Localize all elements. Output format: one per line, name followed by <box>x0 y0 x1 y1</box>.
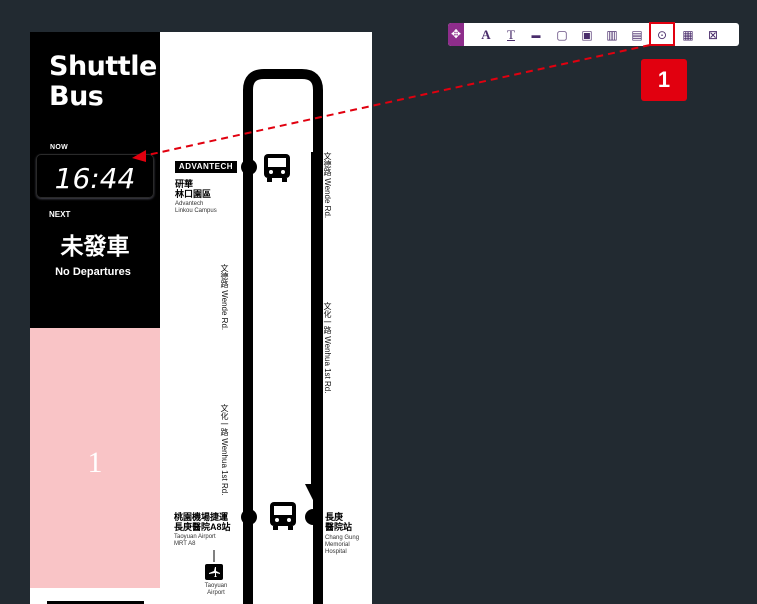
station-advantech-zh: 研華 林口園區 <box>175 179 212 199</box>
station-cgmh-en: Chang Gung Memorial Hospital <box>325 535 360 555</box>
road-label-wenhua-right: 文化一路 Wenhua 1st Rd. <box>323 302 332 394</box>
road-label-wenhua-left: 文化一路 Wenhua 1st Rd. <box>220 404 229 496</box>
frame-tool-icon[interactable]: ⊠ <box>702 23 724 46</box>
road-label-wende-left: 文德路 Wende Rd. <box>220 264 229 331</box>
station-mrt-zh: 桃園機場捷運 長庚醫院A8站 <box>174 512 231 532</box>
video-tool-icon[interactable]: ▦ <box>677 23 699 46</box>
station-dot-advantech <box>241 159 257 175</box>
station-mrt-en: Taoyuan Airport MRT A8 <box>174 534 216 547</box>
station-advantech-en: Advantech Linkou Campus <box>175 201 217 214</box>
widget-toolbar: ✥ A T ▬ ▢ ▣ ▥ ▤ ⊙ ▦ ⊠ <box>448 23 739 46</box>
airplane-icon <box>205 564 223 580</box>
move-handle-icon[interactable]: ✥ <box>448 23 464 46</box>
bus-icon <box>264 154 290 182</box>
road-label-wende-right: 文德路 Wende Rd. <box>323 152 332 219</box>
text-style-tool-icon[interactable]: T <box>500 23 522 46</box>
image-tool-icon[interactable]: ▣ <box>576 23 598 46</box>
station-dot-cgmh <box>305 509 321 525</box>
advantech-logo: ADVANTECH <box>175 161 237 173</box>
layout-tool-icon[interactable]: ▤ <box>626 23 648 46</box>
station-airport-en: Taoyuan Airport <box>204 583 228 596</box>
bus-icon <box>270 502 296 530</box>
station-cgmh-zh: 長庚 醫院站 <box>325 512 353 532</box>
step-badge: 1 <box>641 59 687 101</box>
line-tool-icon[interactable]: ▬ <box>525 23 547 46</box>
station-dot-mrt <box>241 509 257 525</box>
signage-canvas[interactable]: Shuttle Bus NOW 16:44 NEXT 未發車 No Depart… <box>30 32 372 604</box>
barcode-tool-icon[interactable]: ▥ <box>601 23 623 46</box>
text-tool-icon[interactable]: A <box>475 23 497 46</box>
highlight-box <box>649 22 675 46</box>
rectangle-tool-icon[interactable]: ▢ <box>551 23 573 46</box>
